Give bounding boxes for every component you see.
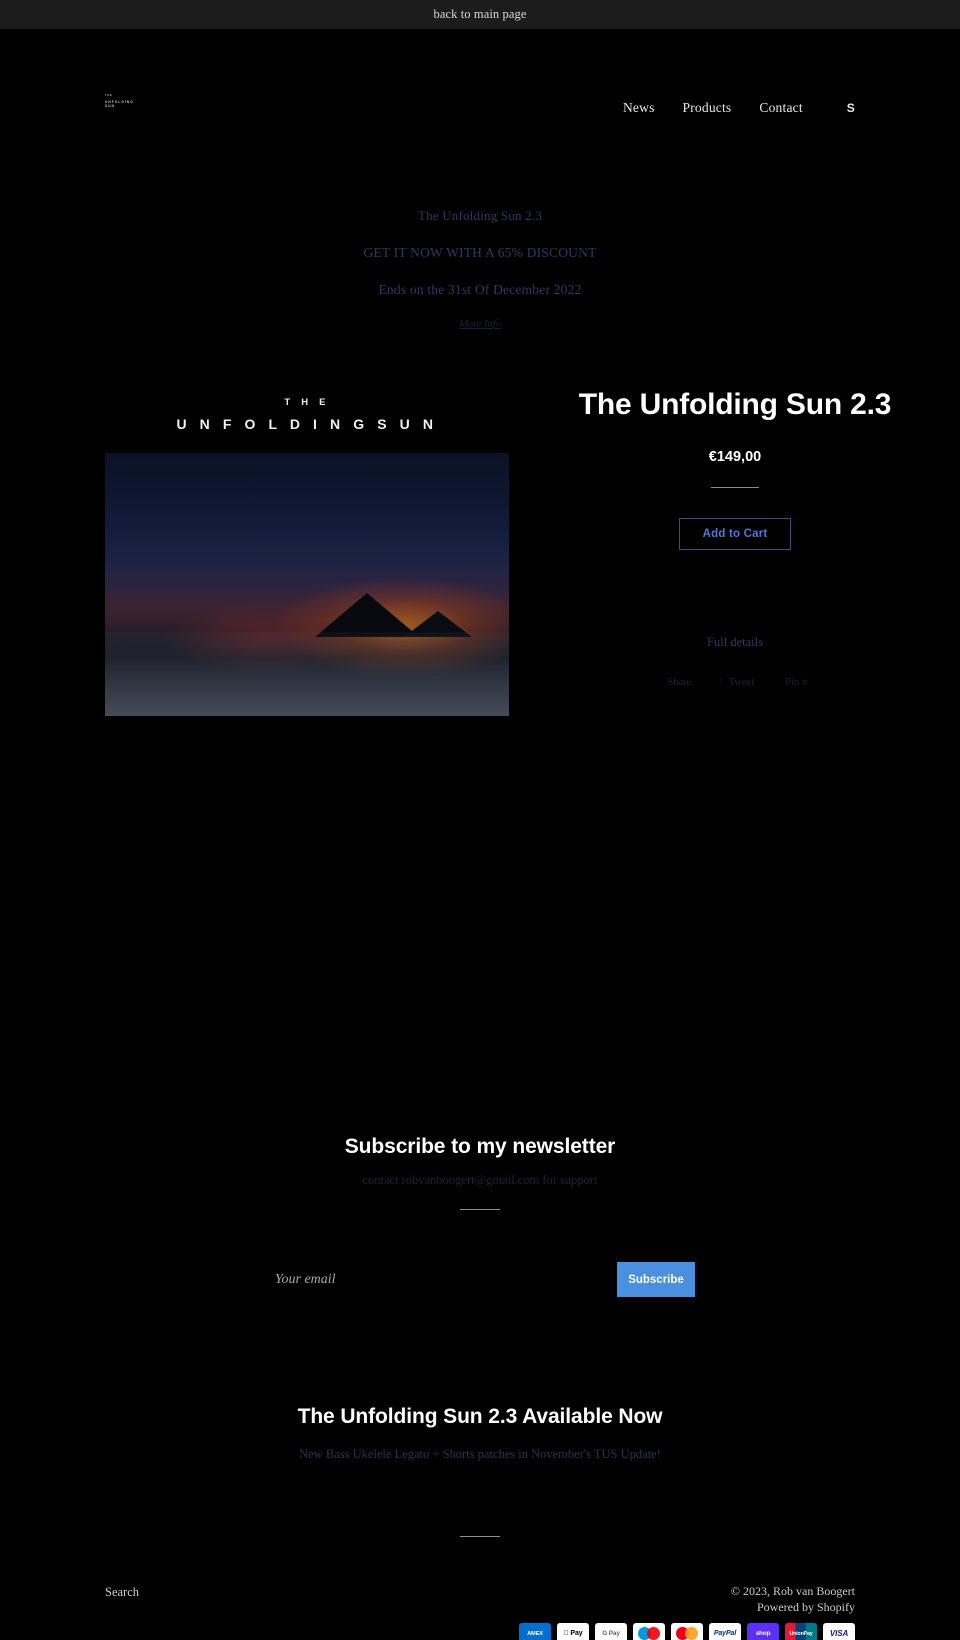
payment-methods-row: AMEX  Pay G Pay PayPal shop UnionPay VI… — [519, 1623, 855, 1640]
product-media: T H E U N F O L D I N G S U N — [105, 387, 509, 716]
wordmark-line-2: U N F O L D I N G S U N — [176, 416, 438, 432]
promo-more-info-link[interactable]: More Info — [459, 319, 501, 330]
cloud-layer — [105, 631, 509, 716]
announcement-bar: back to main page — [0, 0, 960, 29]
bottom-promo-section: The Unfolding Sun 2.3 Available Now New … — [0, 1405, 960, 1462]
bottom-promo-subtext: New Bass Ukelele Legato + Shorts patches… — [299, 1447, 661, 1461]
share-row: Share ᛌ Tweet Pin it — [560, 677, 910, 688]
newsletter-form: Subscribe — [105, 1262, 855, 1297]
payment-icon-union-pay: UnionPay — [785, 1623, 817, 1640]
share-twitter-button[interactable]: ᛌ Tweet — [717, 677, 754, 688]
nav-item-contact[interactable]: Contact — [759, 100, 802, 116]
promo-announcement-block: The Unfolding Sun 2.3 GET IT NOW WITH A … — [0, 208, 960, 332]
product-wordmark: T H E U N F O L D I N G S U N — [105, 387, 509, 432]
promo-line-1: The Unfolding Sun 2.3 — [417, 208, 543, 223]
payment-icon-maestro — [633, 1623, 665, 1640]
share-pinterest-label: Pin it — [785, 676, 808, 688]
product-price: €149,00 — [708, 448, 762, 465]
wordmark-line-1: T H E — [284, 397, 330, 408]
twitter-icon: ᛌ — [717, 676, 724, 688]
product-cover-image[interactable] — [105, 453, 509, 716]
footer-divider — [460, 1536, 500, 1537]
payment-icon-apple-pay:  Pay — [557, 1623, 589, 1640]
full-details-link[interactable]: Full details — [707, 635, 763, 650]
product-info: The Unfolding Sun 2.3 €149,00 Add to Car… — [560, 387, 910, 688]
email-input[interactable] — [265, 1262, 545, 1297]
form-spacer — [545, 1262, 617, 1297]
product-section: T H E U N F O L D I N G S U N The Unfold… — [0, 387, 960, 1007]
payment-icon-paypal: PayPal — [709, 1623, 741, 1640]
powered-by-shopify-link[interactable]: Powered by Shopify — [757, 1600, 855, 1614]
share-facebook-label: Share — [667, 676, 692, 688]
support-contact-text: contact robvanboogert@gmail.com for supp… — [362, 1173, 598, 1187]
bottom-promo-heading: The Unfolding Sun 2.3 Available Now — [297, 1405, 663, 1428]
promo-line-3: Ends on the 31st Of December 2022 — [378, 282, 582, 297]
footer-search-link[interactable]: Search — [105, 1585, 139, 1600]
promo-line-2: GET IT NOW WITH A 65% DISCOUNT — [363, 245, 597, 260]
add-to-cart-button[interactable]: Add to Cart — [679, 517, 791, 550]
footer-copyright-block: © 2023, Rob van Boogert Powered by Shopi… — [731, 1584, 855, 1615]
main-navigation: News Products Contact S — [623, 100, 855, 116]
site-logo[interactable]: THE UNFOLDING SUN — [105, 92, 167, 136]
share-pinterest-button[interactable]: Pin it — [780, 677, 807, 688]
divider — [460, 1209, 500, 1210]
newsletter-heading: Subscribe to my newsletter — [344, 1135, 616, 1158]
share-twitter-label: Tweet — [728, 676, 755, 688]
copyright-text: © 2023, Rob van Boogert — [730, 1584, 855, 1598]
payment-icon-visa: VISA — [823, 1623, 855, 1640]
site-footer: Search © 2023, Rob van Boogert Powered b… — [0, 1575, 960, 1640]
subscribe-button[interactable]: Subscribe — [617, 1262, 695, 1297]
share-facebook-button[interactable]: Share — [662, 677, 691, 688]
payment-icon-google-pay: G Pay — [595, 1623, 627, 1640]
site-header: THE UNFOLDING SUN News Products Contact … — [0, 29, 960, 120]
back-to-main-page-link[interactable]: back to main page — [434, 7, 527, 22]
payment-icon-american-express: AMEX — [519, 1623, 551, 1640]
divider — [711, 486, 759, 488]
nav-item-products[interactable]: Products — [683, 100, 732, 116]
product-title: The Unfolding Sun 2.3 — [578, 388, 892, 421]
nav-item-news[interactable]: News — [623, 100, 655, 116]
payment-icon-mastercard — [671, 1623, 703, 1640]
payment-icon-shop-pay: shop — [747, 1623, 779, 1640]
search-icon[interactable]: S — [847, 101, 855, 115]
newsletter-section: Subscribe to my newsletter contact robva… — [0, 1135, 960, 1297]
